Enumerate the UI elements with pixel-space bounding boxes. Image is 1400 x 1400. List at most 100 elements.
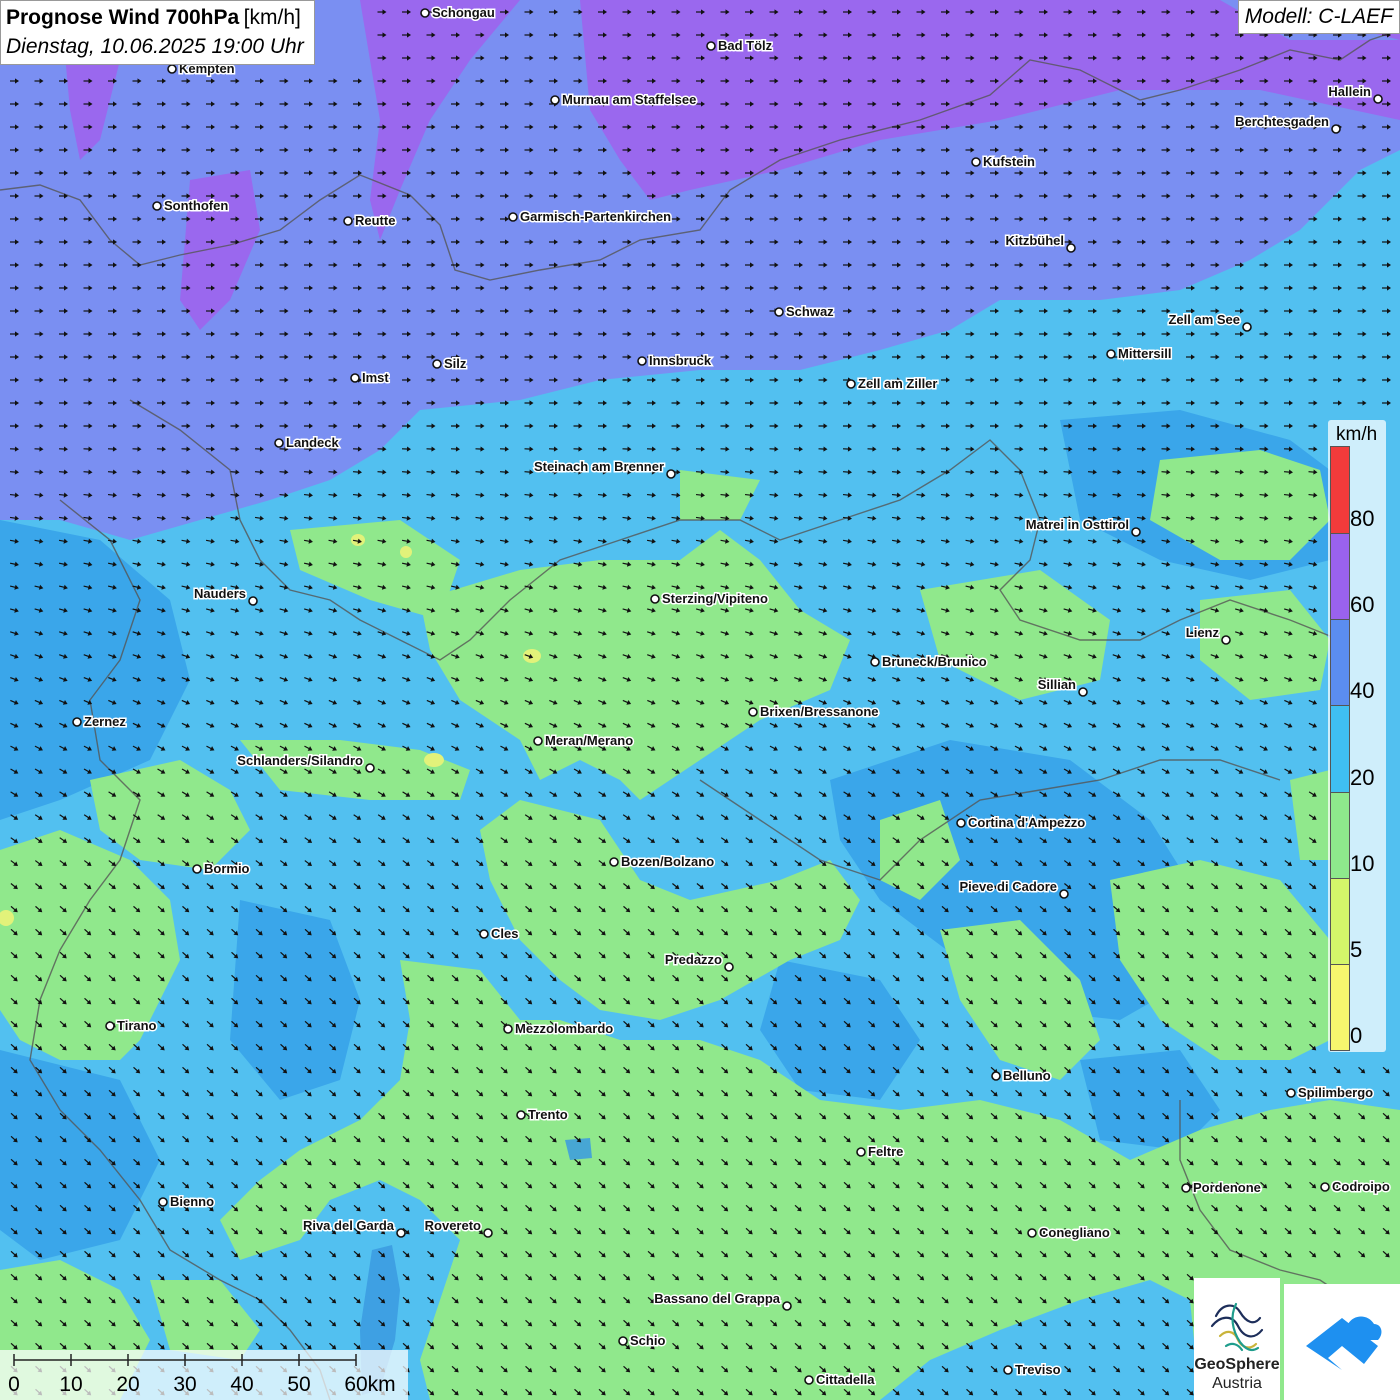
city-dot [991,1071,1001,1081]
map-title-box: Prognose Wind 700hPa [km/h] Dienstag, 10… [0,0,315,65]
city-label: Steinach am Brenner [534,459,664,474]
city-dot [782,1301,792,1311]
city-label: Mezzolombardo [515,1021,613,1036]
city-dot [483,1228,493,1238]
city-label: Landeck [286,435,340,450]
city-marker: Pordenone [1181,1179,1262,1197]
geosphere-logo-mark [1210,1302,1264,1352]
city-dot [609,857,619,867]
city-label: Sillian [1038,677,1076,692]
legend-color-swatch [1331,963,1349,1050]
city-dot [870,657,880,667]
city-dot [1131,527,1141,537]
city-label: Brixen/Bressanone [760,704,879,719]
city-dot [1066,243,1076,253]
city-label: Schio [630,1333,665,1348]
city-label: Bad Tölz [718,38,773,53]
city-label: Cortina d'Ampezzo [968,815,1085,830]
city-dot [774,307,784,317]
city-marker: Bruneck/Brunico [870,653,988,671]
scale-label: 30 [173,1373,197,1396]
legend-color-swatch [1331,619,1349,707]
city-label: Belluno [1003,1068,1051,1083]
legend-color-swatch [1331,533,1349,621]
model-label: Modell: C-LAEF [1237,0,1400,34]
city-dot [724,962,734,972]
city-label: Bruneck/Brunico [882,654,987,669]
city-marker: Conegliano [1027,1224,1111,1242]
city-dot [1221,635,1231,645]
city-dot [248,596,258,606]
city-marker: Sonthofen [152,197,230,215]
city-dot [1286,1088,1296,1098]
city-marker: Schongau [420,4,496,22]
city-label: Sonthofen [164,198,228,213]
city-dot [666,469,676,479]
scale-label: 60km [344,1373,396,1396]
city-label: Cittadella [816,1372,875,1387]
city-dot [1373,94,1383,104]
city-marker: Spilimbergo [1286,1084,1375,1102]
city-dot [1181,1183,1191,1193]
city-label: Pieve di Cadore [959,879,1057,894]
city-label: Schongau [432,5,495,20]
city-marker: Mezzolombardo [503,1020,615,1038]
city-dot [72,717,82,727]
legend-label: 60 [1350,592,1375,618]
map-title-unit: [km/h] [243,6,301,29]
city-label: Tirano [117,1018,157,1033]
city-label: Silz [444,356,467,371]
city-marker: Codroipo [1320,1178,1391,1196]
city-dot [550,95,560,105]
city-marker: Bozen/Bolzano [609,853,716,871]
city-marker: Cortina d'Ampezzo [956,814,1087,832]
legend-label: 10 [1350,850,1375,876]
city-dot [152,201,162,211]
city-label: Kufstein [983,154,1035,169]
city-dot [1242,322,1252,332]
city-label: Kitzbühel [1006,233,1065,248]
scale-label: 10 [59,1373,83,1396]
legend-label: 80 [1350,506,1375,532]
city-dot [1320,1182,1330,1192]
legend-label: 5 [1350,936,1363,962]
weather-app-logo-mark [1306,1316,1382,1370]
city-label: Matrei in Osttirol [1026,517,1129,532]
city-dot [350,373,360,383]
city-label: Nauders [194,586,246,601]
city-dot [167,64,177,74]
city-label: Feltre [868,1144,903,1159]
city-marker: Murnau am Staffelsee [550,91,698,109]
city-dot [650,594,660,604]
city-dot [748,707,758,717]
city-label: Schwaz [786,304,834,319]
logo-name-line2: Austria [1212,1375,1262,1392]
city-dot [1027,1228,1037,1238]
city-dot [105,1021,115,1031]
city-dot [508,212,518,222]
wind-map: Schongau Bad Tölz Kempten Murnau am Staffel… [0,0,1400,1400]
city-label: Murnau am Staffelsee [562,92,696,107]
city-label: Schlanders/Silandro [237,753,363,768]
city-label: Cles [491,926,518,941]
city-marker: Zell am Ziller [846,375,939,393]
city-label: Spilimbergo [1298,1085,1373,1100]
city-dot [706,41,716,51]
city-label: Zell am Ziller [858,376,937,391]
city-dot [420,8,430,18]
city-label: Lienz [1186,625,1220,640]
city-marker: Garmisch-Partenkirchen [508,208,673,226]
legend-color-swatch [1331,447,1349,535]
legend-label: 20 [1350,764,1375,790]
scale-label: 0 [8,1373,20,1396]
legend-color-bar [1330,446,1350,1051]
city-label: Zell am See [1168,312,1240,327]
city-dot [533,736,543,746]
city-marker: Brixen/Bressanone [748,703,880,721]
city-dot [365,763,375,773]
city-dot [1331,124,1341,134]
legend-color-swatch [1331,705,1349,793]
forecast-datetime: Dienstag, 10.06.2025 19:00 Uhr [6,35,304,58]
city-dot [432,359,442,369]
city-label: Trento [528,1107,568,1122]
